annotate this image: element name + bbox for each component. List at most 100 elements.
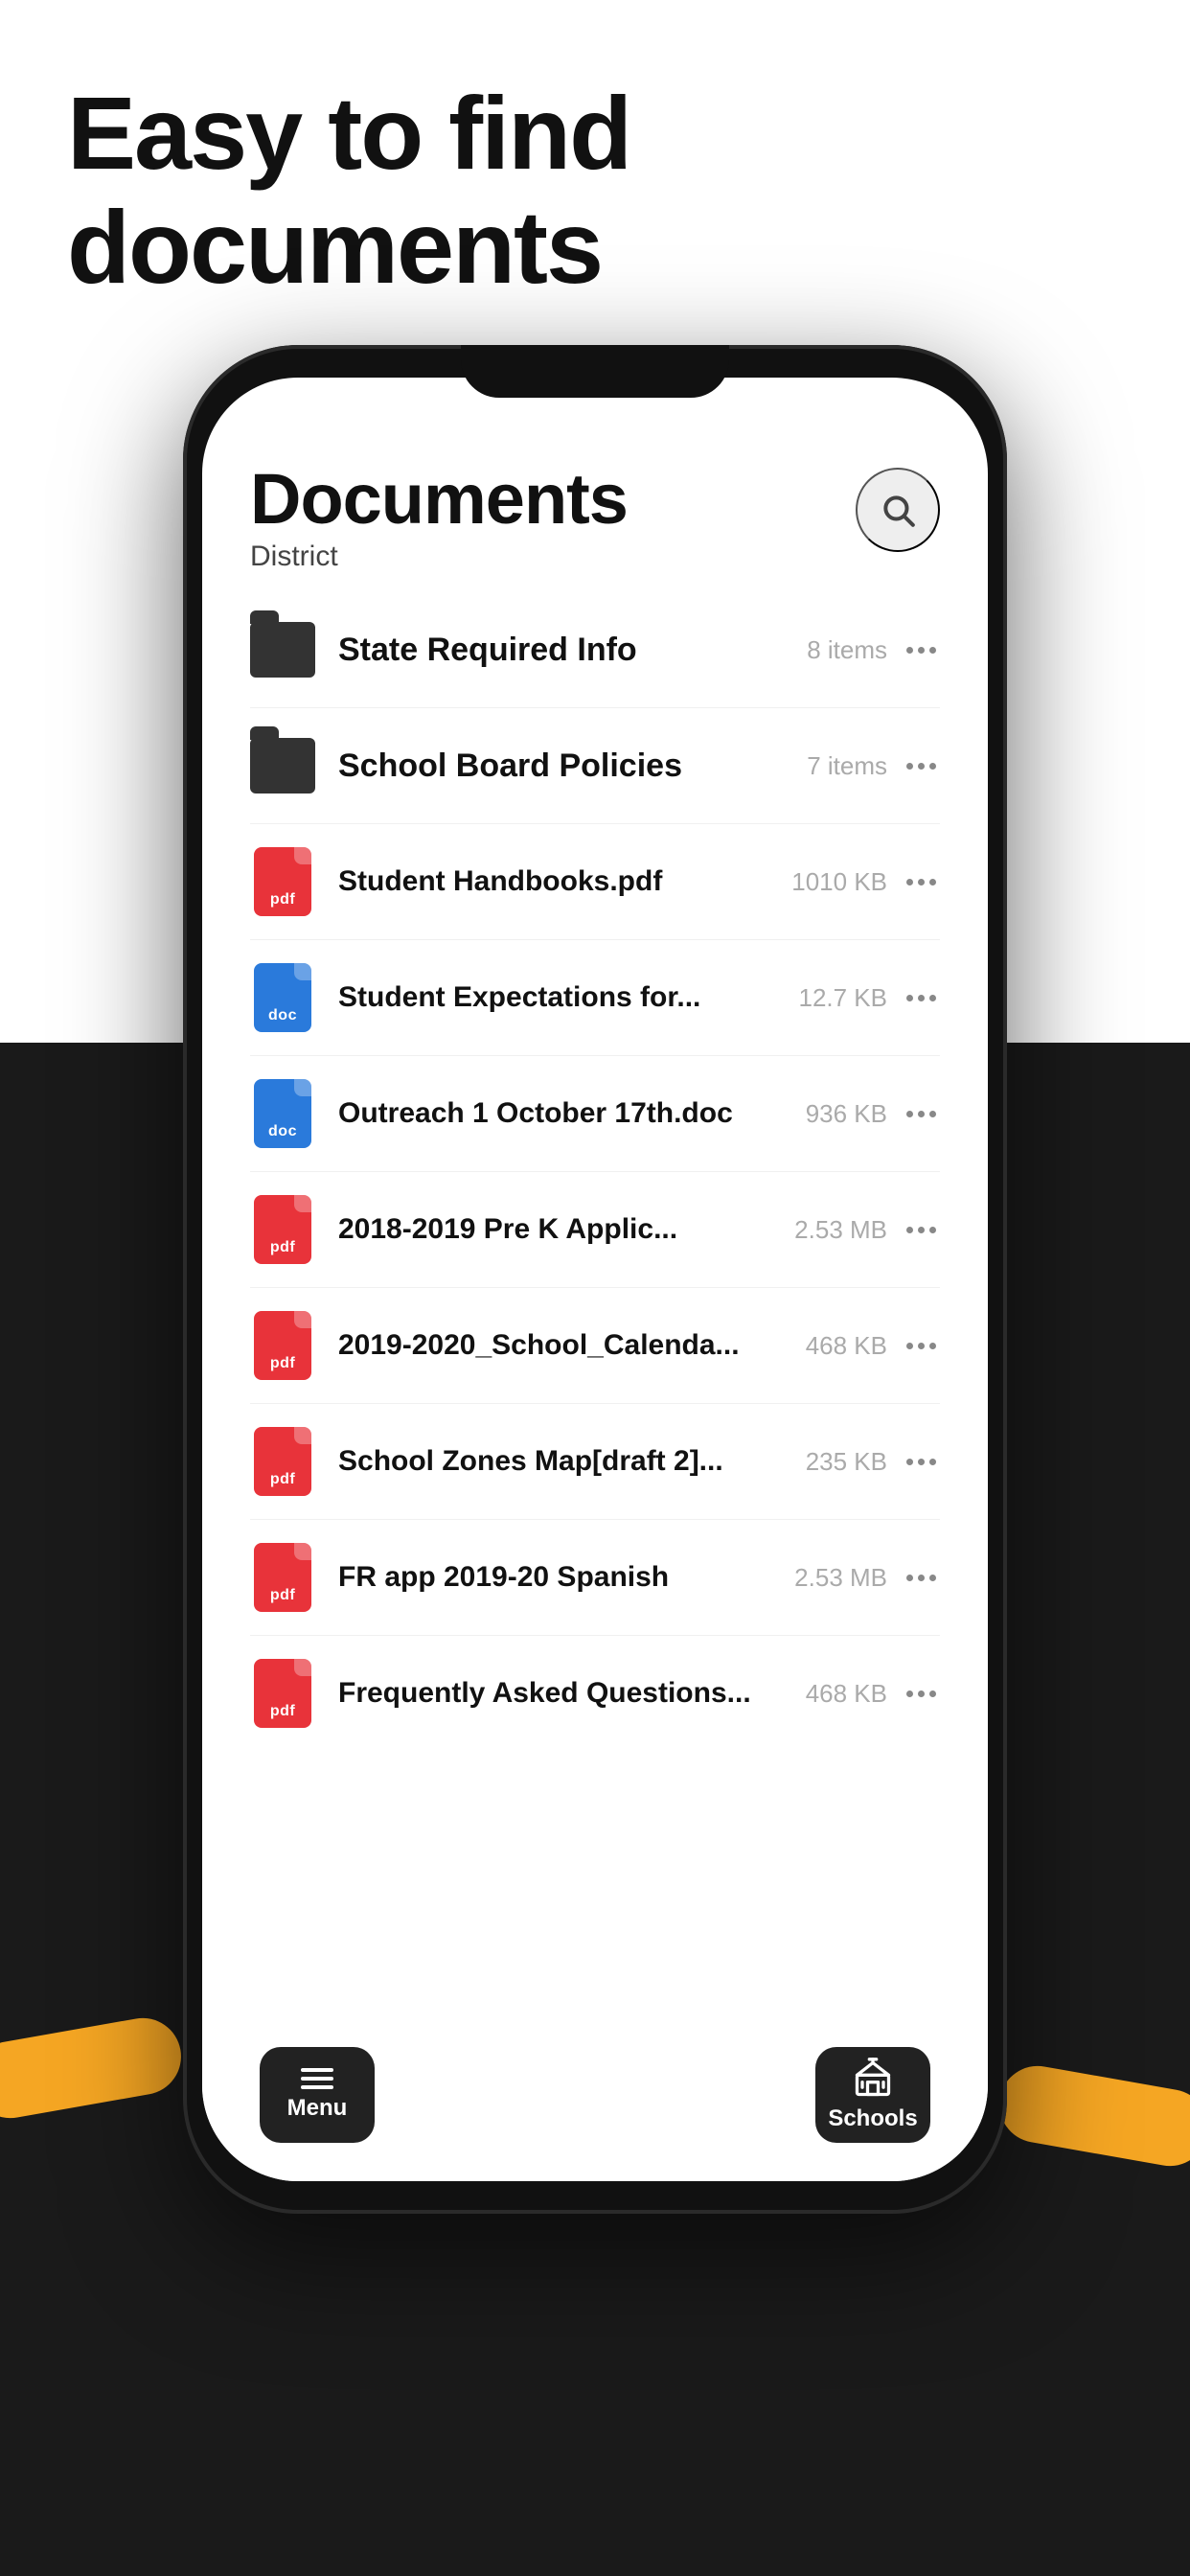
pdf-icon: pdf (254, 847, 311, 916)
schools-icon (852, 2058, 894, 2100)
doc-meta: 936 KB (806, 1099, 887, 1129)
doc-label: doc (268, 1007, 297, 1024)
hamburger-line (301, 2068, 333, 2072)
doc-info: FR app 2019-20 Spanish (338, 1561, 794, 1594)
phone-screen: Documents District (202, 378, 988, 2181)
doc-info: 2018-2019 Pre K Applic... (338, 1213, 794, 1246)
pdf-icon: pdf (254, 1427, 311, 1496)
menu-tab-label: Menu (287, 2095, 348, 2122)
phone-frame: Documents District (183, 345, 1007, 2214)
doc-name: 2019-2020_School_Calenda... (338, 1329, 740, 1361)
hamburger-line (301, 2077, 333, 2081)
dot (929, 1575, 936, 1581)
doc-meta: 468 KB (806, 1679, 887, 1709)
dot (906, 995, 913, 1001)
doc-icon-container: doc (250, 1081, 315, 1146)
pdf-icon: pdf (254, 1195, 311, 1264)
pdf-icon: pdf (254, 1311, 311, 1380)
pdf-icon-container: pdf (250, 849, 315, 914)
list-item[interactable]: doc Outreach 1 October 17th.doc 936 KB (250, 1056, 940, 1172)
list-item[interactable]: doc Student Expectations for... 12.7 KB (250, 940, 940, 1056)
doc-info: 2019-2020_School_Calenda... (338, 1329, 806, 1362)
more-button[interactable] (903, 1219, 940, 1241)
more-button[interactable] (903, 755, 940, 777)
dot (918, 1227, 925, 1233)
dot (906, 1227, 913, 1233)
list-item[interactable]: State Required Info 8 items (250, 592, 940, 708)
more-button[interactable] (903, 1451, 940, 1473)
doc-meta: 2.53 MB (794, 1215, 887, 1245)
pdf-icon-container: pdf (250, 1661, 315, 1726)
doc-info: State Required Info (338, 632, 807, 669)
dot (906, 647, 913, 654)
doc-meta: 235 KB (806, 1447, 887, 1477)
doc-meta: 468 KB (806, 1331, 887, 1361)
dot (929, 1690, 936, 1697)
doc-name: Frequently Asked Questions... (338, 1677, 751, 1709)
pdf-label: pdf (270, 1355, 295, 1372)
document-list: State Required Info 8 items Scho (202, 592, 988, 2024)
search-button[interactable] (856, 468, 940, 552)
pdf-label: pdf (270, 1471, 295, 1488)
doc-name: FR app 2019-20 Spanish (338, 1561, 669, 1593)
hamburger-line (301, 2085, 333, 2089)
doc-info: School Board Policies (338, 748, 807, 785)
list-item[interactable]: pdf FR app 2019-20 Spanish 2.53 MB (250, 1520, 940, 1636)
more-button[interactable] (903, 1335, 940, 1357)
dot (918, 763, 925, 770)
more-button[interactable] (903, 1567, 940, 1589)
dot (918, 1459, 925, 1465)
tab-schools[interactable]: Schools (815, 2047, 930, 2143)
tab-menu[interactable]: Menu (260, 2047, 375, 2143)
doc-meta: 12.7 KB (798, 983, 887, 1013)
doc-info: Student Handbooks.pdf (338, 865, 791, 898)
more-button[interactable] (903, 871, 940, 893)
doc-name: State Required Info (338, 632, 637, 668)
doc-meta: 2.53 MB (794, 1563, 887, 1593)
more-button[interactable] (903, 987, 940, 1009)
list-item[interactable]: pdf School Zones Map[draft 2]... 235 KB (250, 1404, 940, 1520)
doc-name: 2018-2019 Pre K Applic... (338, 1213, 677, 1245)
doc-meta: 8 items (807, 635, 887, 665)
dot (906, 1111, 913, 1117)
dot (918, 647, 925, 654)
pdf-icon-container: pdf (250, 1545, 315, 1610)
dot (918, 1343, 925, 1349)
doc-meta: 7 items (807, 751, 887, 781)
dot (906, 879, 913, 886)
dot (929, 763, 936, 770)
list-item[interactable]: pdf 2018-2019 Pre K Applic... 2.53 MB (250, 1172, 940, 1288)
more-button[interactable] (903, 639, 940, 661)
list-item[interactable]: pdf 2019-2020_School_Calenda... 468 KB (250, 1288, 940, 1404)
doc-name: Outreach 1 October 17th.doc (338, 1097, 733, 1129)
header-text: Documents District (250, 464, 628, 573)
dot (906, 1459, 913, 1465)
dot (929, 1343, 936, 1349)
doc-label: doc (268, 1123, 297, 1140)
schools-tab-button[interactable]: Schools (815, 2047, 930, 2143)
dot (929, 1459, 936, 1465)
pdf-icon-container: pdf (250, 1429, 315, 1494)
dot (918, 1111, 925, 1117)
dot (918, 995, 925, 1001)
doc-name: School Board Policies (338, 748, 682, 784)
doc-file-icon: doc (254, 1079, 311, 1148)
doc-info: School Zones Map[draft 2]... (338, 1445, 806, 1478)
pdf-icon: pdf (254, 1659, 311, 1728)
screen-subtitle: District (250, 540, 628, 573)
menu-tab-button[interactable]: Menu (260, 2047, 375, 2143)
folder-icon-container (250, 733, 315, 798)
screen-header: Documents District (202, 435, 988, 592)
dot (929, 647, 936, 654)
pdf-icon-container: pdf (250, 1197, 315, 1262)
more-button[interactable] (903, 1103, 940, 1125)
dot (929, 879, 936, 886)
dot (918, 879, 925, 886)
more-button[interactable] (903, 1683, 940, 1705)
doc-file-icon: doc (254, 963, 311, 1032)
phone-notch (461, 345, 729, 398)
list-item[interactable]: School Board Policies 7 items (250, 708, 940, 824)
list-item[interactable]: pdf Frequently Asked Questions... 468 KB (250, 1636, 940, 1751)
doc-icon-container: doc (250, 965, 315, 1030)
list-item[interactable]: pdf Student Handbooks.pdf 1010 KB (250, 824, 940, 940)
